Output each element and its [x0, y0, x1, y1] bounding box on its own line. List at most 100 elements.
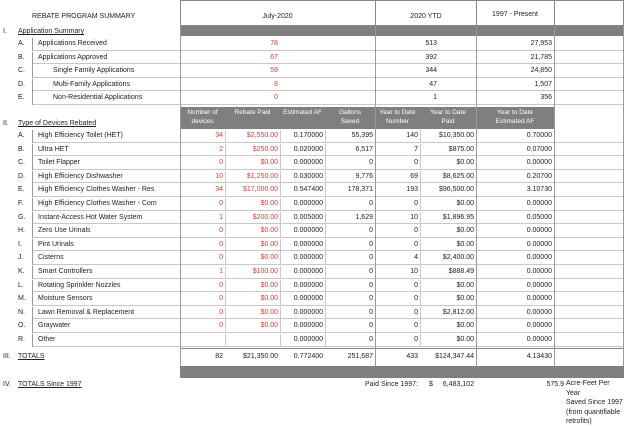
device-col-gridline — [420, 266, 421, 279]
device-ytd-af: 0.00000 — [526, 254, 552, 262]
device-col-gridline — [325, 320, 326, 334]
device-estimated-af: 0.000000 — [293, 227, 323, 235]
device-label: High Efficiency Toilet (HET) — [38, 132, 123, 139]
row-july-value: 59 — [270, 67, 278, 75]
device-estimated-af: 0.000000 — [293, 200, 323, 207]
device-label-box-left — [32, 130, 33, 143]
grid-vline — [180, 26, 181, 366]
device-ytd-paid: $0.00 — [456, 227, 474, 235]
hdr-gallons: Gallons Saved — [325, 107, 375, 129]
device-col-gridline — [420, 252, 421, 266]
device-col-gridline — [280, 252, 281, 266]
device-label-box-left — [32, 334, 33, 347]
device-ytd-number: 10 — [410, 268, 418, 275]
label-box-left — [32, 65, 33, 79]
header-box-july — [180, 0, 376, 26]
device-ytd-af: 0.00000 — [526, 295, 552, 303]
device-col-gridline — [325, 130, 326, 143]
device-col-gridline — [325, 306, 326, 320]
device-col-gridline — [225, 238, 226, 252]
device-col-gridline — [420, 320, 421, 334]
hdr-estimated-af: Estimated AF — [280, 107, 325, 129]
device-row-gridline — [32, 250, 624, 252]
hdr-ytd-af-line2: Estimated AF — [495, 117, 535, 125]
label-box-left — [32, 78, 33, 92]
hdr-ytd-af: Year to Date Estimated AF — [476, 107, 554, 129]
device-col-gridline — [420, 198, 421, 211]
device-row-gridline — [32, 182, 624, 184]
device-count: 0 — [219, 308, 223, 316]
device-col-gridline — [280, 184, 281, 198]
device-col-gridline — [325, 238, 326, 252]
device-rebate-paid: $17,000.00 — [242, 186, 278, 194]
hdr-devices: Number of devices — [180, 107, 225, 129]
device-letter: I. — [18, 240, 22, 248]
device-ytd-paid: $0.00 — [456, 281, 474, 289]
device-label-box-left — [32, 157, 33, 171]
device-ytd-paid: $1,896.95 — [442, 213, 474, 221]
device-estimated-af: 0.000000 — [293, 336, 323, 343]
device-count: 0 — [219, 281, 223, 289]
device-ytd-af: 0.70000 — [526, 132, 552, 139]
row-july-value: 78 — [270, 40, 278, 47]
device-gallons: 9,776 — [355, 172, 373, 180]
device-rebate-paid: $0.00 — [260, 295, 278, 303]
device-col-gridline — [280, 279, 281, 293]
paid-since-label: Paid Since 1997: — [365, 381, 418, 388]
device-ytd-paid: $96,500.00 — [438, 186, 474, 194]
device-label-box-left — [32, 143, 33, 157]
device-letter: A. — [18, 132, 25, 139]
section4-num: IV. — [3, 381, 11, 388]
device-estimated-af: 0.000000 — [293, 322, 323, 330]
device-col-gridline — [280, 334, 281, 347]
device-ytd-number: 140 — [406, 132, 418, 139]
af-note-line4: retrofits) — [566, 418, 592, 425]
device-col-gridline — [420, 238, 421, 252]
device-col-gridline — [325, 143, 326, 157]
device-count: 0 — [219, 200, 223, 207]
device-ytd-paid: $2,400.00 — [442, 254, 474, 262]
device-ytd-number: 0 — [414, 227, 418, 235]
device-ytd-paid: $0.00 — [456, 200, 474, 207]
device-letter: L. — [18, 281, 24, 289]
device-col-gridline — [325, 279, 326, 293]
row-gridline — [32, 49, 624, 51]
device-row-gridline — [32, 331, 624, 333]
device-letter: D. — [18, 172, 25, 180]
device-label-box-left — [32, 252, 33, 266]
device-col-gridline — [325, 198, 326, 211]
gray-band-top — [180, 26, 624, 36]
device-row-gridline — [32, 236, 624, 238]
af-note-line2: Saved Since 1997 — [566, 399, 623, 406]
grid-vline — [375, 26, 376, 366]
device-ytd-af: 0.00000 — [526, 322, 552, 330]
device-ytd-number: 10 — [410, 213, 418, 221]
device-col-gridline — [280, 143, 281, 157]
device-col-gridline — [225, 334, 226, 347]
grid-vline — [554, 26, 555, 366]
row-present-value: 356 — [540, 94, 552, 102]
device-estimated-af: 0.000000 — [293, 240, 323, 248]
device-ytd-number: 0 — [414, 295, 418, 303]
device-letter: C. — [18, 159, 25, 167]
device-gallons: 0 — [369, 159, 373, 167]
device-ytd-af: 0.07000 — [526, 145, 552, 153]
device-estimated-af: 0.020000 — [293, 145, 323, 153]
device-gallons: 178,371 — [347, 186, 373, 194]
device-count: 1 — [219, 268, 223, 275]
device-count: 0 — [219, 322, 223, 330]
device-col-gridline — [225, 211, 226, 225]
device-label: Other — [38, 336, 56, 343]
device-count: 34 — [215, 186, 223, 194]
row-label: Multi-Family Applications — [53, 80, 131, 88]
device-ytd-paid: $888.49 — [448, 268, 474, 275]
device-gallons: 0 — [369, 322, 373, 330]
device-rebate-paid: $0.00 — [260, 159, 278, 167]
totals-af: 0.772400 — [293, 353, 323, 360]
paid-since-currency: $ — [429, 381, 433, 388]
device-label-box-left — [32, 238, 33, 252]
rebate-summary-sheet: REBATE PROGRAM SUMMARY July-2020 2020 YT… — [0, 0, 624, 427]
totals-gallons: 251,687 — [347, 353, 373, 360]
device-col-gridline — [225, 252, 226, 266]
totals-top-line — [180, 348, 624, 349]
